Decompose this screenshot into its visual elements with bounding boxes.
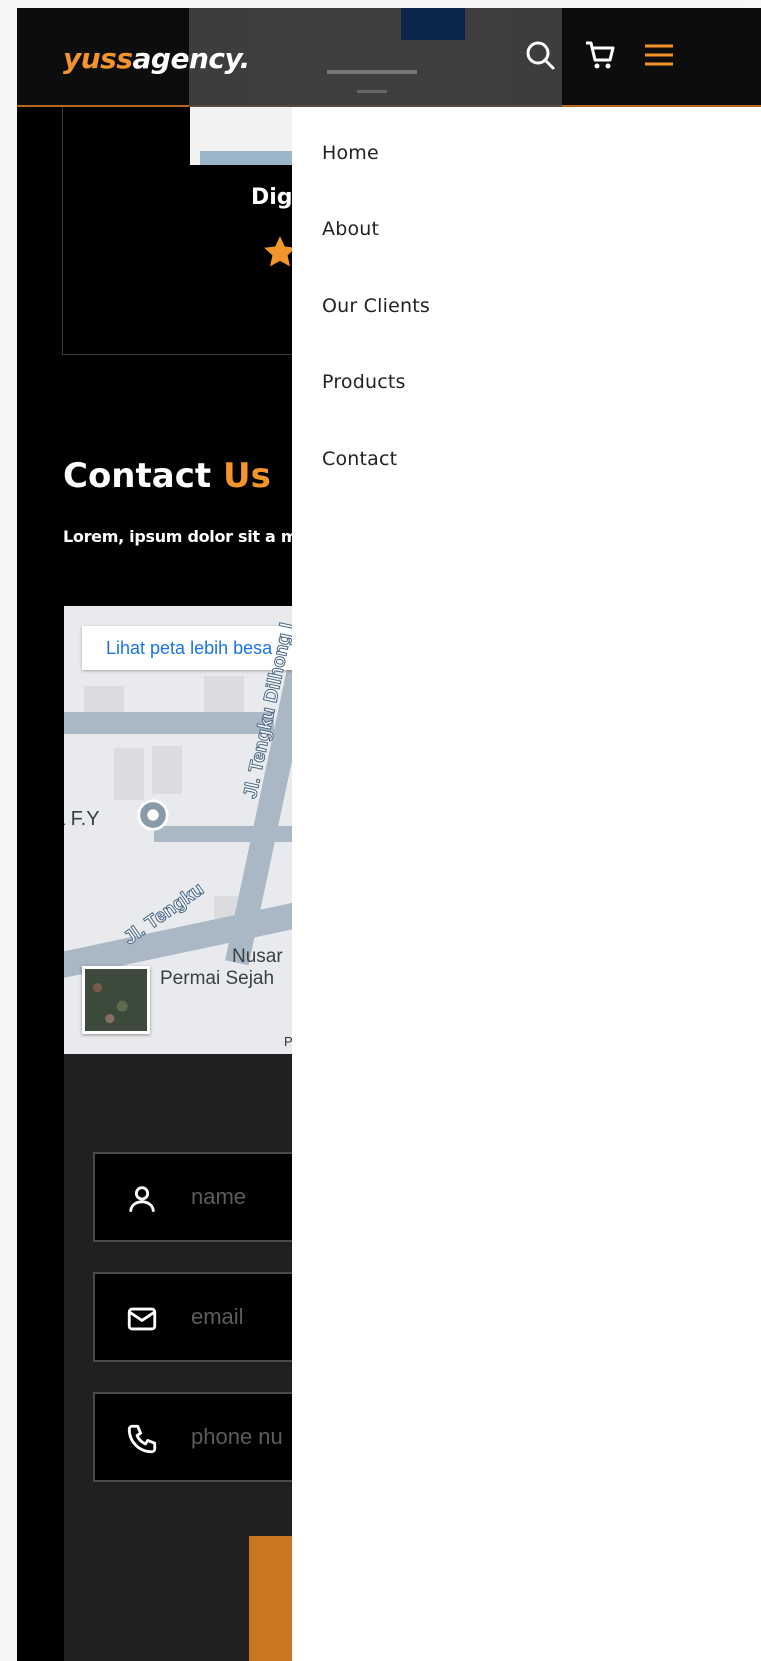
- map-enlarge-link[interactable]: Lihat peta lebih besa: [106, 638, 272, 659]
- header-thumbnail-caption: [327, 70, 417, 74]
- phone-icon: [127, 1424, 157, 1454]
- nav-item-our-clients[interactable]: Our Clients: [322, 295, 430, 317]
- site-logo[interactable]: yussagency.: [63, 42, 250, 75]
- logo-accent: yuss: [63, 42, 133, 75]
- map-place-label: a F.Y: [64, 808, 100, 830]
- page-viewport: Dig Contact Us Lorem, ipsum dolor sit a …: [17, 8, 761, 1661]
- product-card[interactable]: Dig: [62, 107, 323, 355]
- mail-icon: [127, 1307, 157, 1331]
- logo-main: agency.: [132, 42, 251, 75]
- nav-item-products[interactable]: Products: [322, 371, 406, 393]
- section-title-accent: Us: [222, 456, 271, 496]
- product-title: Dig: [251, 185, 293, 210]
- name-field[interactable]: name: [93, 1152, 322, 1242]
- map-block: [114, 748, 144, 800]
- map-place-label: Permai Sejah: [160, 968, 275, 989]
- phone-field[interactable]: phone nu: [93, 1392, 322, 1482]
- name-placeholder: name: [191, 1184, 247, 1209]
- email-field[interactable]: email: [93, 1272, 322, 1362]
- site-header: yussagency.: [17, 8, 761, 107]
- map-road: [64, 712, 274, 734]
- embedded-map[interactable]: Lihat peta lebih besa a F.Y Jl. Tengku D…: [64, 606, 322, 1054]
- map-pin-icon[interactable]: [134, 796, 172, 834]
- satellite-toggle-button[interactable]: [82, 966, 150, 1034]
- nav-drawer: Home About Our Clients Products Contact: [292, 107, 761, 1661]
- section-title: Contact Us: [63, 456, 271, 496]
- map-block: [152, 746, 182, 794]
- user-icon: [129, 1186, 155, 1212]
- hamburger-menu-icon[interactable]: [639, 35, 679, 75]
- search-icon[interactable]: [520, 35, 560, 75]
- phone-placeholder: phone nu: [191, 1424, 283, 1449]
- header-thumbnail-caption: [357, 90, 387, 93]
- shopping-cart-icon[interactable]: [580, 35, 620, 75]
- section-title-main: Contact: [63, 456, 223, 496]
- map-block: [204, 676, 244, 712]
- map-place-label: Nusar: [232, 946, 283, 967]
- nav-item-home[interactable]: Home: [322, 142, 379, 164]
- header-thumbnail: [401, 8, 465, 40]
- nav-item-about[interactable]: About: [322, 218, 379, 240]
- nav-item-contact[interactable]: Contact: [322, 448, 397, 470]
- email-placeholder: email: [191, 1304, 244, 1329]
